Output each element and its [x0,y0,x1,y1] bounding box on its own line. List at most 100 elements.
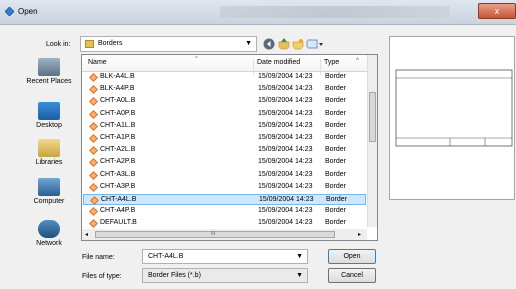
look-in-dropdown[interactable]: Borders ▼ [80,36,257,52]
file-row[interactable]: CHT-A0L.B 15/09/2004 14:23 Border [83,96,366,107]
place-network[interactable]: Network [20,220,78,247]
place-label: Recent Places [26,78,72,85]
file-date: 15/09/2004 14:23 [258,73,313,80]
vertical-scrollbar[interactable] [367,55,377,227]
file-row[interactable]: CHT-A0P.B 15/09/2004 14:23 Border [83,109,366,120]
title-bar-background [220,6,450,18]
file-type: Border [325,73,347,80]
computer-icon [38,178,60,196]
file-type: Border [325,219,347,227]
file-row[interactable]: DEFAULT.B 15/09/2004 14:23 Border [83,218,366,229]
desktop-icon [38,102,60,120]
type-sort-arrow-icon: ^ [356,58,359,64]
file-date: 15/09/2004 14:23 [258,134,313,141]
file-date: 15/09/2004 14:23 [258,121,313,129]
file-type: Border [325,121,347,129]
scroll-right-icon[interactable]: ▸ [358,231,361,238]
file-icon [89,109,98,119]
file-name: CHT-A2L.B [100,146,136,154]
file-type-value: Border Files (*.b) [148,272,201,279]
place-desktop[interactable]: Desktop [20,102,78,129]
file-type: Border [325,158,347,166]
file-row[interactable]: CHT-A2P.B 15/09/2004 14:23 Border [83,157,366,168]
file-date: 15/09/2004 14:23 [258,207,313,215]
file-list[interactable]: Name ^ Date modified Type ^ BLK-A4L.B 15/… [81,54,378,241]
file-date: 15/09/2004 14:23 [258,158,313,166]
file-date: 15/09/2004 14:23 [258,85,313,93]
file-date: 15/09/2004 14:23 [258,219,313,227]
libraries-icon [38,139,60,157]
file-icon [89,158,98,168]
file-row[interactable]: CHT-A1L.B 15/09/2004 14:23 Border [83,121,366,132]
title-bar: Open x [0,0,516,25]
file-date: 15/09/2004 14:23 [258,97,313,105]
open-button[interactable]: Open [328,249,376,264]
file-name: CHT-A0P.B [100,109,136,117]
file-icon [89,146,98,156]
view-menu-icon[interactable] [306,38,324,50]
column-header: Name ^ Date modified Type ^ [82,55,367,75]
file-name: CHT-A4L.B [101,196,137,203]
file-name-field[interactable]: CHT-A4L.B ▼ [142,249,308,264]
place-label: Computer [33,198,65,205]
look-in-label: Look in: [46,41,71,48]
file-row[interactable]: BLK-A4P.B 15/09/2004 14:23 Border [83,84,366,95]
new-folder-icon[interactable] [292,38,304,50]
file-row[interactable]: CHT-A1P.B 15/09/2004 14:23 Border [83,133,366,144]
file-type: Border [325,109,347,117]
horizontal-scrollbar[interactable]: ◂ III ▸ [82,229,367,240]
file-name-label: File name: [82,254,115,261]
file-name: CHT-A4P.B [100,207,136,215]
file-row[interactable]: CHT-A4L.B 15/09/2004 14:23 Border [83,194,366,205]
app-diamond-icon [5,7,14,16]
file-row[interactable]: CHT-A3P.B 15/09/2004 14:23 Border [83,182,366,193]
file-date: 15/09/2004 14:23 [258,170,313,178]
scroll-grip-icon: III [211,231,216,237]
close-button[interactable]: x [478,3,516,19]
cancel-button[interactable]: Cancel [328,268,376,283]
chevron-down-icon: ▼ [296,272,303,279]
file-date: 15/09/2004 14:23 [258,182,313,190]
preview-pane [389,36,515,200]
recent-places-icon [38,58,60,76]
place-libraries[interactable]: Libraries [20,139,78,166]
file-row[interactable]: CHT-A2L.B 15/09/2004 14:23 Border [83,145,366,156]
file-row[interactable]: CHT-A3L.B 15/09/2004 14:23 Border [83,170,366,181]
file-name: CHT-A3L.B [100,170,136,178]
file-row[interactable]: CHT-A4P.B 15/09/2004 14:23 Border [83,206,366,217]
place-label: Network [36,240,62,247]
file-name: CHT-A2P.B [100,158,136,166]
place-computer[interactable]: Computer [20,178,78,205]
file-name: CHT-A0L.B [100,97,136,105]
look-in-value: Borders [98,40,123,47]
file-type-label: Files of type: [82,273,122,280]
file-date: 15/09/2004 14:23 [259,196,314,203]
sort-arrow-icon: ^ [195,56,198,62]
file-date: 15/09/2004 14:23 [258,146,313,154]
file-type: Border [325,170,347,178]
scroll-thumb[interactable] [369,92,376,142]
column-type[interactable]: Type [324,59,339,66]
file-icon [89,121,98,131]
file-icon [89,207,98,217]
file-type: Border [325,146,347,154]
file-icon [89,73,98,82]
up-folder-icon[interactable] [278,38,290,50]
file-icon [89,134,98,143]
file-type-dropdown[interactable]: Border Files (*.b) ▼ [142,268,308,283]
file-row[interactable]: BLK-A4L.B 15/09/2004 14:23 Border [83,72,366,83]
column-date[interactable]: Date modified [257,59,300,66]
place-recent-places[interactable]: Recent Places [20,58,78,85]
file-icon [90,196,99,205]
border-preview-image [395,69,513,147]
file-name: DEFAULT.B [100,219,137,227]
column-name[interactable]: Name [88,59,107,66]
file-name: CHT-A1L.B [100,121,136,129]
file-icon [89,219,98,229]
back-icon[interactable] [263,38,275,50]
scroll-left-icon[interactable]: ◂ [85,231,88,238]
file-name: CHT-A3P.B [100,182,136,190]
file-date: 15/09/2004 14:23 [258,109,313,117]
chevron-down-icon[interactable]: ▼ [296,253,303,260]
folder-icon [85,40,94,48]
